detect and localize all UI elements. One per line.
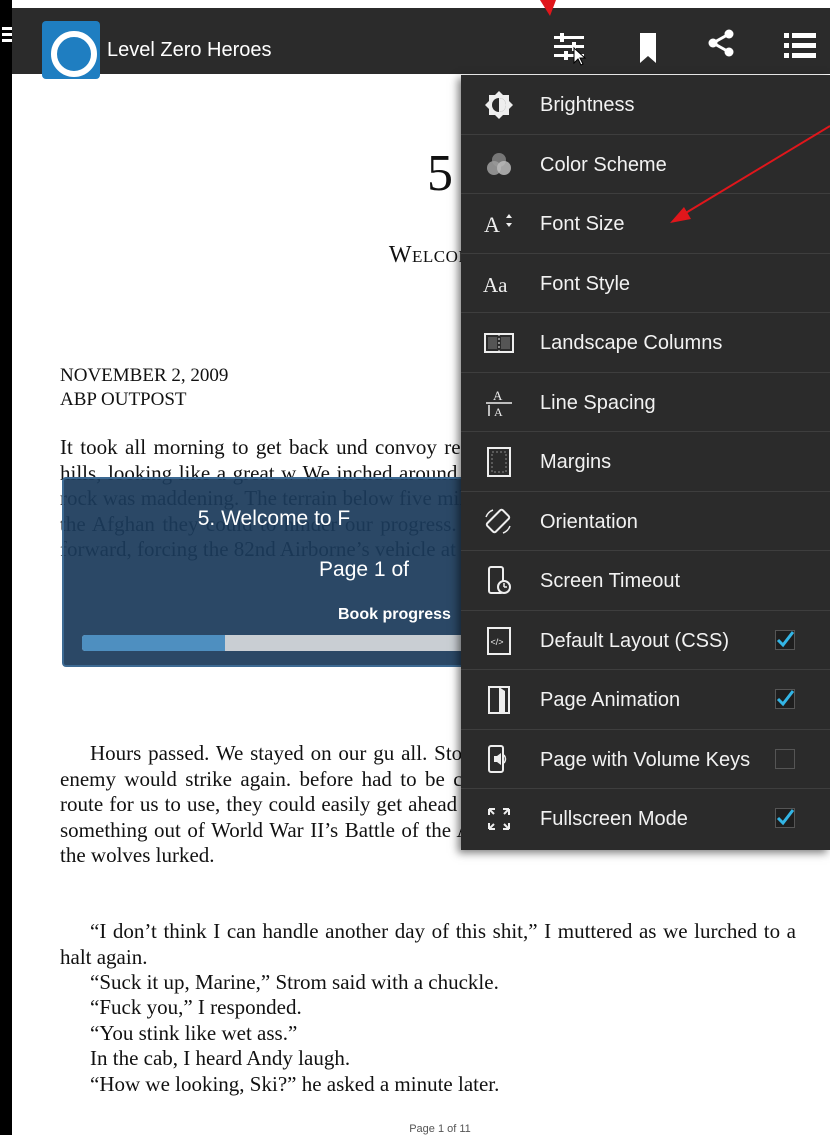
fullscreen-icon bbox=[481, 803, 517, 835]
dateline: NOVEMBER 2, 2009 ABP OUTPOST bbox=[60, 364, 228, 412]
checkbox-page-volume-keys[interactable] bbox=[775, 748, 795, 769]
book-progress-bar[interactable] bbox=[82, 635, 502, 651]
page-animation-icon bbox=[481, 684, 517, 716]
dateline-date: NOVEMBER 2, 2009 bbox=[60, 365, 229, 386]
checkbox-default-layout[interactable] bbox=[775, 629, 795, 650]
bookmark-icon[interactable] bbox=[636, 28, 680, 72]
menu-item-orientation[interactable]: Orientation bbox=[461, 492, 830, 551]
landscape-columns-icon bbox=[481, 327, 517, 359]
popup-chapter-label: 5. Welcome to F bbox=[197, 507, 351, 530]
checkbox-page-animation[interactable] bbox=[775, 689, 795, 709]
menu-label: Line Spacing bbox=[540, 391, 656, 414]
menu-label: Margins bbox=[540, 451, 612, 473]
body-paragraph: “I don’t think I can handle another day … bbox=[60, 919, 796, 969]
action-bar: Level Zero Heroes bbox=[12, 8, 830, 79]
menu-item-font-size[interactable]: A Font Size bbox=[461, 194, 830, 254]
list-icon[interactable] bbox=[782, 28, 826, 72]
svg-text:A: A bbox=[493, 388, 503, 403]
margins-icon bbox=[481, 446, 517, 478]
menu-item-brightness[interactable]: Brightness bbox=[461, 75, 830, 135]
brightness-icon bbox=[481, 89, 517, 121]
dateline-location: ABP OUTPOST bbox=[60, 389, 187, 410]
menu-item-line-spacing[interactable]: A A Line Spacing bbox=[461, 373, 830, 432]
menu-label: Brightness bbox=[540, 94, 635, 116]
book-title: Level Zero Heroes bbox=[107, 39, 272, 61]
menu-label: Page with Volume Keys bbox=[540, 748, 751, 771]
menu-item-font-style[interactable]: Aa Font Style bbox=[461, 254, 830, 313]
svg-text:A: A bbox=[484, 212, 500, 237]
menu-label: Color Scheme bbox=[540, 153, 667, 176]
menu-item-screen-timeout[interactable]: Screen Timeout bbox=[461, 551, 830, 611]
svg-text:Aa: Aa bbox=[483, 273, 508, 297]
line-spacing-icon: A A bbox=[481, 387, 517, 419]
menu-item-page-animation[interactable]: Page Animation bbox=[461, 670, 830, 730]
menu-item-default-layout[interactable]: </> Default Layout (CSS) bbox=[461, 611, 830, 670]
menu-item-margins[interactable]: Margins bbox=[461, 432, 830, 492]
menu-label: Page Animation bbox=[540, 689, 681, 711]
volume-keys-icon bbox=[481, 744, 517, 776]
color-scheme-icon bbox=[481, 149, 517, 181]
svg-text:</>: </> bbox=[491, 637, 504, 647]
menu-item-landscape-columns[interactable]: Landscape Columns bbox=[461, 313, 830, 373]
menu-label: Font Style bbox=[540, 272, 631, 295]
orientation-icon bbox=[481, 506, 517, 538]
progress-popup: 5. Welcome to F Page 1 of Book progress bbox=[62, 477, 502, 667]
body-paragraph: “Fuck you,” I responded. bbox=[90, 995, 302, 1019]
settings-sliders-icon[interactable] bbox=[550, 28, 594, 72]
code-icon: </> bbox=[481, 625, 517, 657]
font-size-icon: A bbox=[481, 208, 517, 240]
screen-timeout-icon bbox=[481, 565, 517, 597]
menu-label: Landscape Columns bbox=[540, 332, 723, 354]
reading-settings-menu: Brightness Color Scheme A Font Size Aa F… bbox=[461, 75, 830, 850]
book-progress-fill bbox=[82, 635, 225, 651]
menu-label: Orientation bbox=[540, 510, 638, 533]
share-icon[interactable] bbox=[708, 28, 752, 72]
menu-item-fullscreen-mode[interactable]: Fullscreen Mode bbox=[461, 789, 830, 849]
menu-label: Default Layout (CSS) bbox=[540, 629, 729, 652]
checkbox-fullscreen-mode[interactable] bbox=[775, 808, 795, 828]
menu-label: Screen Timeout bbox=[540, 570, 681, 592]
popup-progress-label: Book progress bbox=[338, 606, 451, 623]
app-logo[interactable] bbox=[42, 21, 100, 79]
font-style-icon: Aa bbox=[481, 268, 517, 300]
window-top-edge bbox=[0, 0, 830, 8]
menu-label: Font Size bbox=[540, 213, 625, 235]
menu-icon[interactable] bbox=[2, 27, 12, 43]
body-paragraph: In the cab, I heard Andy laugh. bbox=[90, 1046, 351, 1070]
menu-item-color-scheme[interactable]: Color Scheme bbox=[461, 135, 830, 194]
menu-label: Fullscreen Mode bbox=[540, 808, 688, 830]
svg-text:A: A bbox=[494, 405, 503, 419]
body-paragraph: “You stink like wet ass.” bbox=[90, 1021, 298, 1045]
body-paragraph: “Suck it up, Marine,” Strom said with a … bbox=[90, 970, 499, 994]
body-paragraph: “How we looking, Ski?” he asked a minute… bbox=[90, 1072, 500, 1096]
window-left-edge bbox=[0, 0, 12, 1135]
page-indicator: Page 1 of 11 bbox=[409, 1123, 471, 1135]
menu-item-page-volume-keys[interactable]: Page with Volume Keys bbox=[461, 730, 830, 789]
